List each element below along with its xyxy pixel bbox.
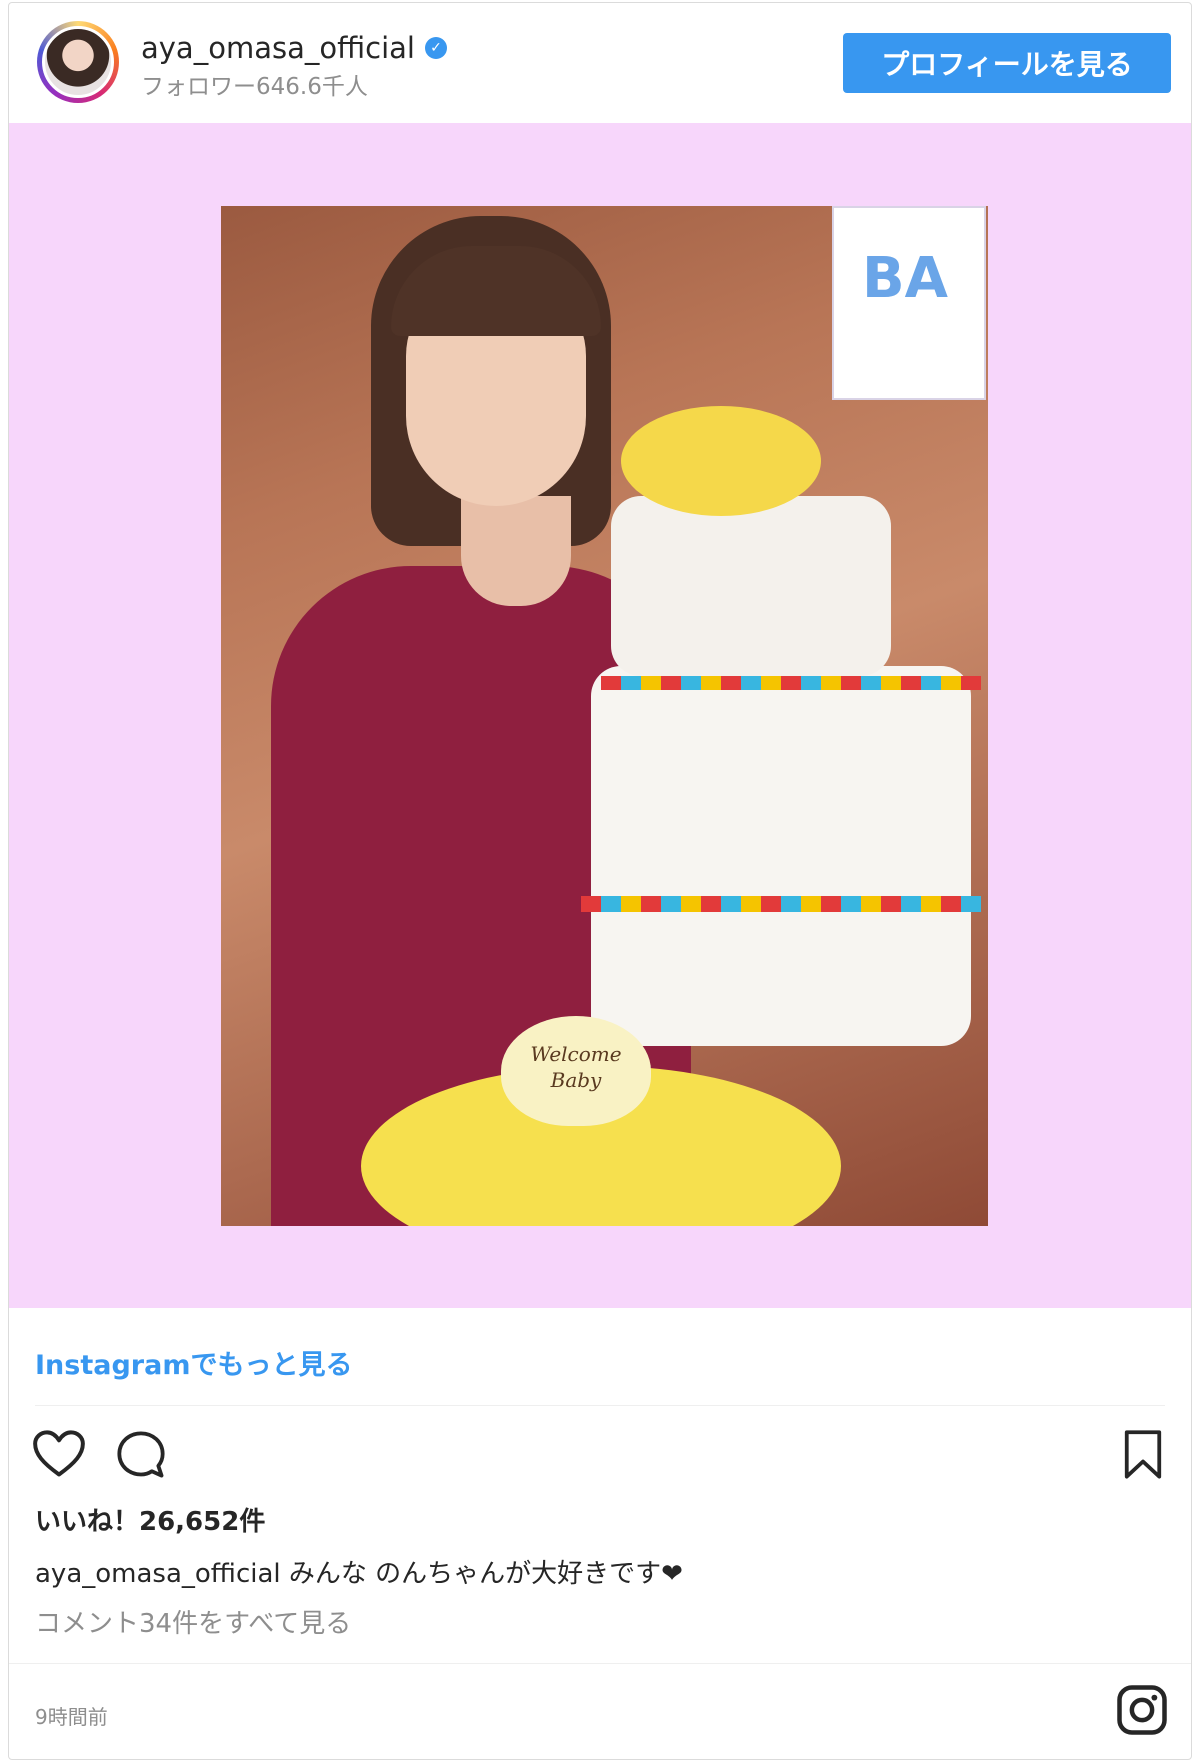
pompom-ribbon-top — [601, 676, 981, 690]
follower-count: フォロワー646.6千人 — [141, 74, 368, 100]
avatar-image — [42, 26, 114, 98]
cake-flowers — [621, 406, 821, 516]
bookmark-icon[interactable] — [1121, 1429, 1165, 1481]
plaque-text: Welcome Baby — [530, 1042, 622, 1092]
post-photo[interactable]: BA Welcome Baby — [221, 206, 988, 1226]
diaper-cake-top — [611, 496, 891, 676]
view-all-comments-link[interactable]: コメント34件をすべて見る — [35, 1603, 351, 1640]
caption-text: みんな のんちゃんが大好きです❤ — [280, 1559, 683, 1589]
person-neck — [461, 496, 571, 606]
verified-badge-icon: ✓ — [424, 37, 447, 59]
banner-text: BA — [861, 246, 948, 311]
diaper-cake-bottom — [591, 666, 971, 1046]
action-bar — [9, 1421, 1191, 1481]
divider — [35, 1405, 1165, 1406]
avatar[interactable] — [37, 21, 119, 103]
post-caption: aya_omasa_official みんな のんちゃんが大好きです❤ — [35, 1553, 683, 1590]
pompom-ribbon-bottom — [581, 896, 981, 912]
instagram-logo-icon[interactable] — [1115, 1683, 1169, 1737]
username-link[interactable]: aya_omasa_official — [141, 31, 415, 65]
instagram-embed-card: aya_omasa_official ✓ フォロワー646.6千人 プロフィール… — [8, 2, 1192, 1760]
view-profile-button[interactable]: プロフィールを見る — [843, 33, 1171, 93]
post-header: aya_omasa_official ✓ フォロワー646.6千人 プロフィール… — [9, 3, 1191, 123]
divider — [9, 1663, 1191, 1664]
post-media[interactable]: BA Welcome Baby — [9, 123, 1191, 1308]
comment-icon[interactable] — [113, 1429, 169, 1481]
heart-icon[interactable] — [31, 1429, 87, 1479]
username-row: aya_omasa_official ✓ — [141, 31, 447, 65]
post-timestamp: 9時間前 — [35, 1705, 108, 1729]
like-count: いいね！26,652件 — [35, 1507, 266, 1537]
caption-username-link[interactable]: aya_omasa_official — [35, 1559, 281, 1589]
view-more-on-instagram-link[interactable]: Instagramでもっと見る — [35, 1343, 352, 1382]
